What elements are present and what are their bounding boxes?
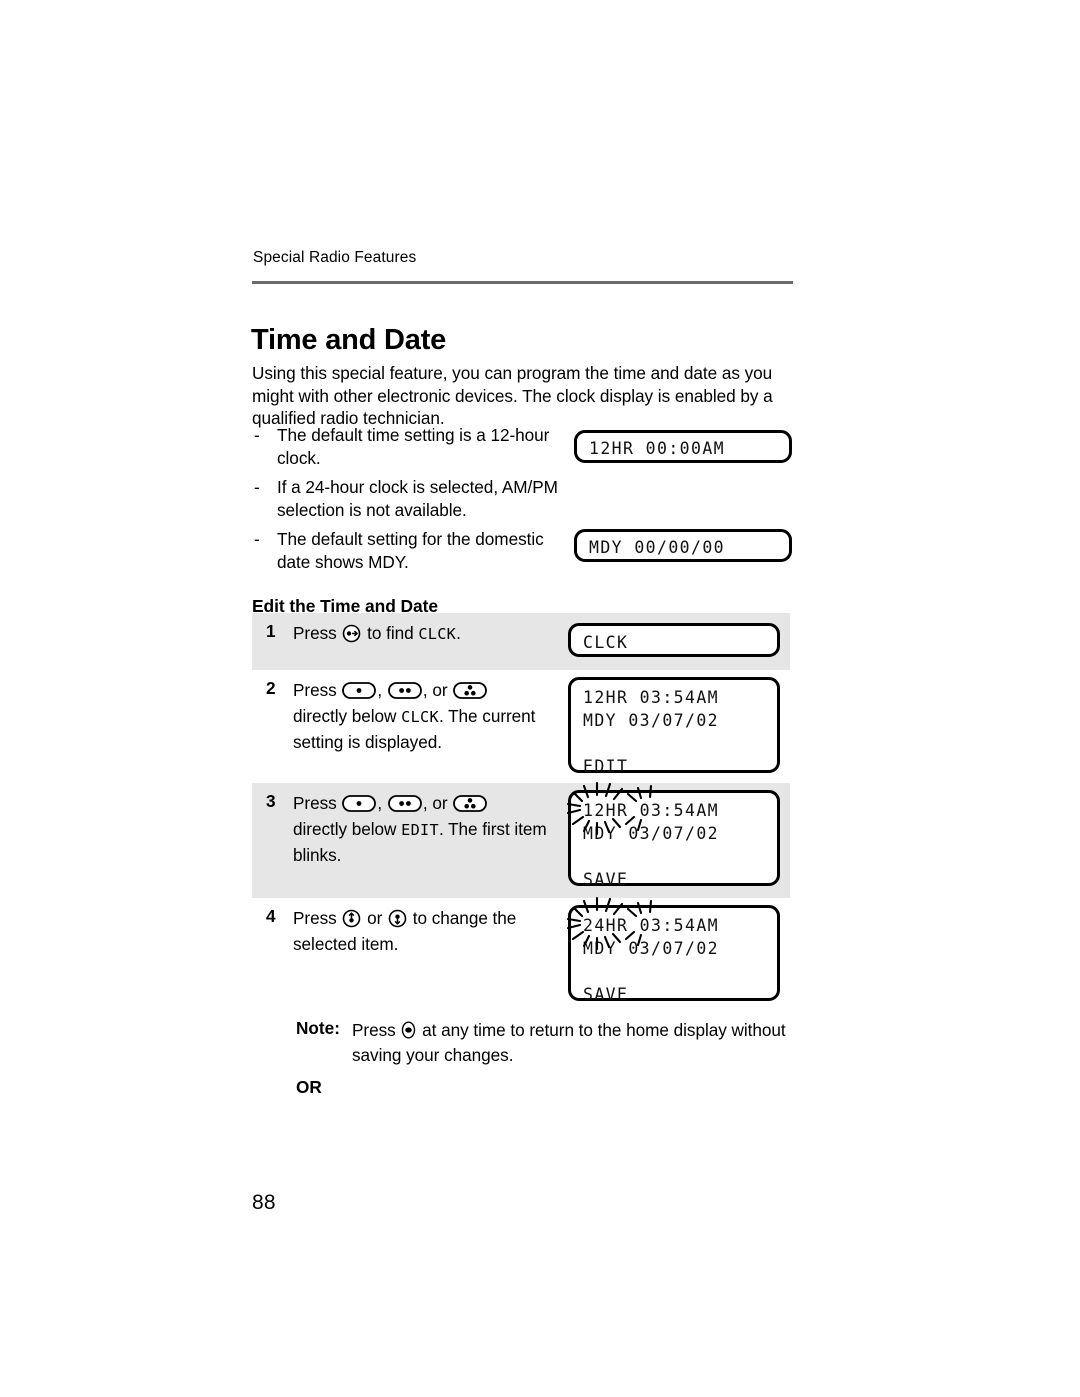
lcd-softkey-label: SAVE: [583, 985, 629, 1004]
note-text-fragment: at any time to return to the home displa…: [352, 1020, 786, 1065]
three-dot-softkey-icon[interactable]: [453, 794, 488, 813]
page-number: 88: [252, 1191, 276, 1214]
lcd-line: 12HR 03:54AM: [583, 688, 720, 707]
up-arrow-button-icon[interactable]: [342, 909, 361, 928]
lcd-line: MDY 03/07/02: [583, 939, 720, 958]
list-item: - If a 24-hour clock is selected, AM/PM …: [252, 476, 572, 521]
step-text-fragment: ,: [377, 680, 387, 700]
two-dot-softkey-icon[interactable]: [387, 794, 422, 813]
display-label-ref: CLCK: [401, 707, 439, 726]
step-text-fragment: directly below: [293, 705, 402, 726]
lcd-line: MDY 03/07/02: [583, 824, 720, 843]
note-text-fragment: Press: [352, 1020, 401, 1040]
list-item-text: If a 24-hour clock is selected, AM/PM se…: [277, 477, 558, 520]
lcd-line: MDY 03/07/02: [583, 711, 720, 730]
three-dot-softkey-icon[interactable]: [453, 681, 488, 700]
lcd-softkey-label: SAVE: [583, 870, 629, 889]
step-text-fragment: .: [456, 623, 461, 643]
lcd-display-step3: 12HR 03:54AM MDY 03/07/02 SAVE: [568, 790, 780, 889]
step-text-fragment: Press: [293, 623, 342, 643]
lcd-line-blank: [583, 845, 765, 868]
note-label: Note:: [296, 1018, 340, 1038]
two-dot-softkey-icon[interactable]: [387, 681, 422, 700]
step-text: Press to find CLCK.: [293, 621, 578, 648]
step-text-fragment: Press: [293, 793, 342, 813]
lcd-line: CLCK: [583, 633, 629, 652]
page-title: Time and Date: [251, 324, 447, 357]
step-text: Press , , or directly below CLCK. The cu…: [293, 678, 578, 756]
home-exit-button-icon[interactable]: [401, 1021, 416, 1039]
one-dot-softkey-icon[interactable]: [342, 681, 377, 700]
step-number: 4: [266, 906, 276, 926]
manual-page: Special Radio Features Time and Date Usi…: [0, 0, 1080, 1397]
list-item-text: The default time setting is a 12-hour cl…: [277, 425, 550, 468]
down-arrow-button-icon[interactable]: [388, 909, 407, 928]
step-text-fragment: directly below: [293, 818, 402, 839]
lcd-display-default-time: 12HR 00:00AM: [574, 430, 792, 463]
note-text: Press at any time to return to the home …: [352, 1018, 802, 1068]
step-number: 1: [266, 621, 276, 641]
step-text: Press or to change the selected item.: [293, 906, 578, 957]
step-text-fragment: , or: [422, 793, 453, 813]
intro-paragraph: Using this special feature, you can prog…: [252, 363, 773, 429]
bullet-list: - The default time setting is a 12-hour …: [252, 424, 572, 580]
step-text-fragment: or: [362, 908, 388, 928]
list-item: - The default time setting is a 12-hour …: [252, 424, 572, 469]
step-text-fragment: ,: [377, 793, 387, 813]
lcd-line: MDY 00/00/00: [589, 538, 726, 557]
list-item-text: The default setting for the domestic dat…: [277, 529, 544, 572]
lcd-display-default-date: MDY 00/00/00: [574, 529, 792, 562]
step-text-fragment: , or: [422, 680, 453, 700]
or-label: OR: [296, 1077, 322, 1097]
one-dot-softkey-icon[interactable]: [342, 794, 377, 813]
lcd-display-step4: 24HR 03:54AM MDY 03/07/02 SAVE: [568, 905, 780, 1004]
list-item: - The default setting for the domestic d…: [252, 528, 572, 573]
lcd-line-blank: [583, 732, 765, 755]
step-number: 2: [266, 678, 276, 698]
step-number: 3: [266, 791, 276, 811]
menu-select-button-icon[interactable]: [342, 624, 361, 643]
lcd-display-step1: CLCK: [568, 623, 780, 657]
step-text-fragment: Press: [293, 908, 342, 928]
header-divider: [252, 281, 793, 284]
lcd-line: 12HR 00:00AM: [589, 439, 726, 458]
lcd-line: 24HR 03:54AM: [583, 916, 720, 935]
step-text-fragment: Press: [293, 680, 342, 700]
bullet-dash: -: [254, 529, 260, 549]
lcd-line-blank: [583, 960, 765, 983]
lcd-line: 12HR 03:54AM: [583, 801, 720, 820]
step-text-fragment: to find: [362, 623, 419, 643]
lcd-softkey-label: EDIT: [583, 757, 629, 776]
display-label-ref: CLCK: [418, 625, 457, 643]
running-head: Special Radio Features: [253, 249, 417, 266]
step-text: Press , , or directly below EDIT. The fi…: [293, 791, 578, 869]
bullet-dash: -: [254, 425, 260, 445]
bullet-dash: -: [254, 477, 260, 497]
lcd-display-step2: 12HR 03:54AM MDY 03/07/02 EDIT: [568, 677, 780, 776]
display-label-ref: EDIT: [401, 820, 439, 839]
